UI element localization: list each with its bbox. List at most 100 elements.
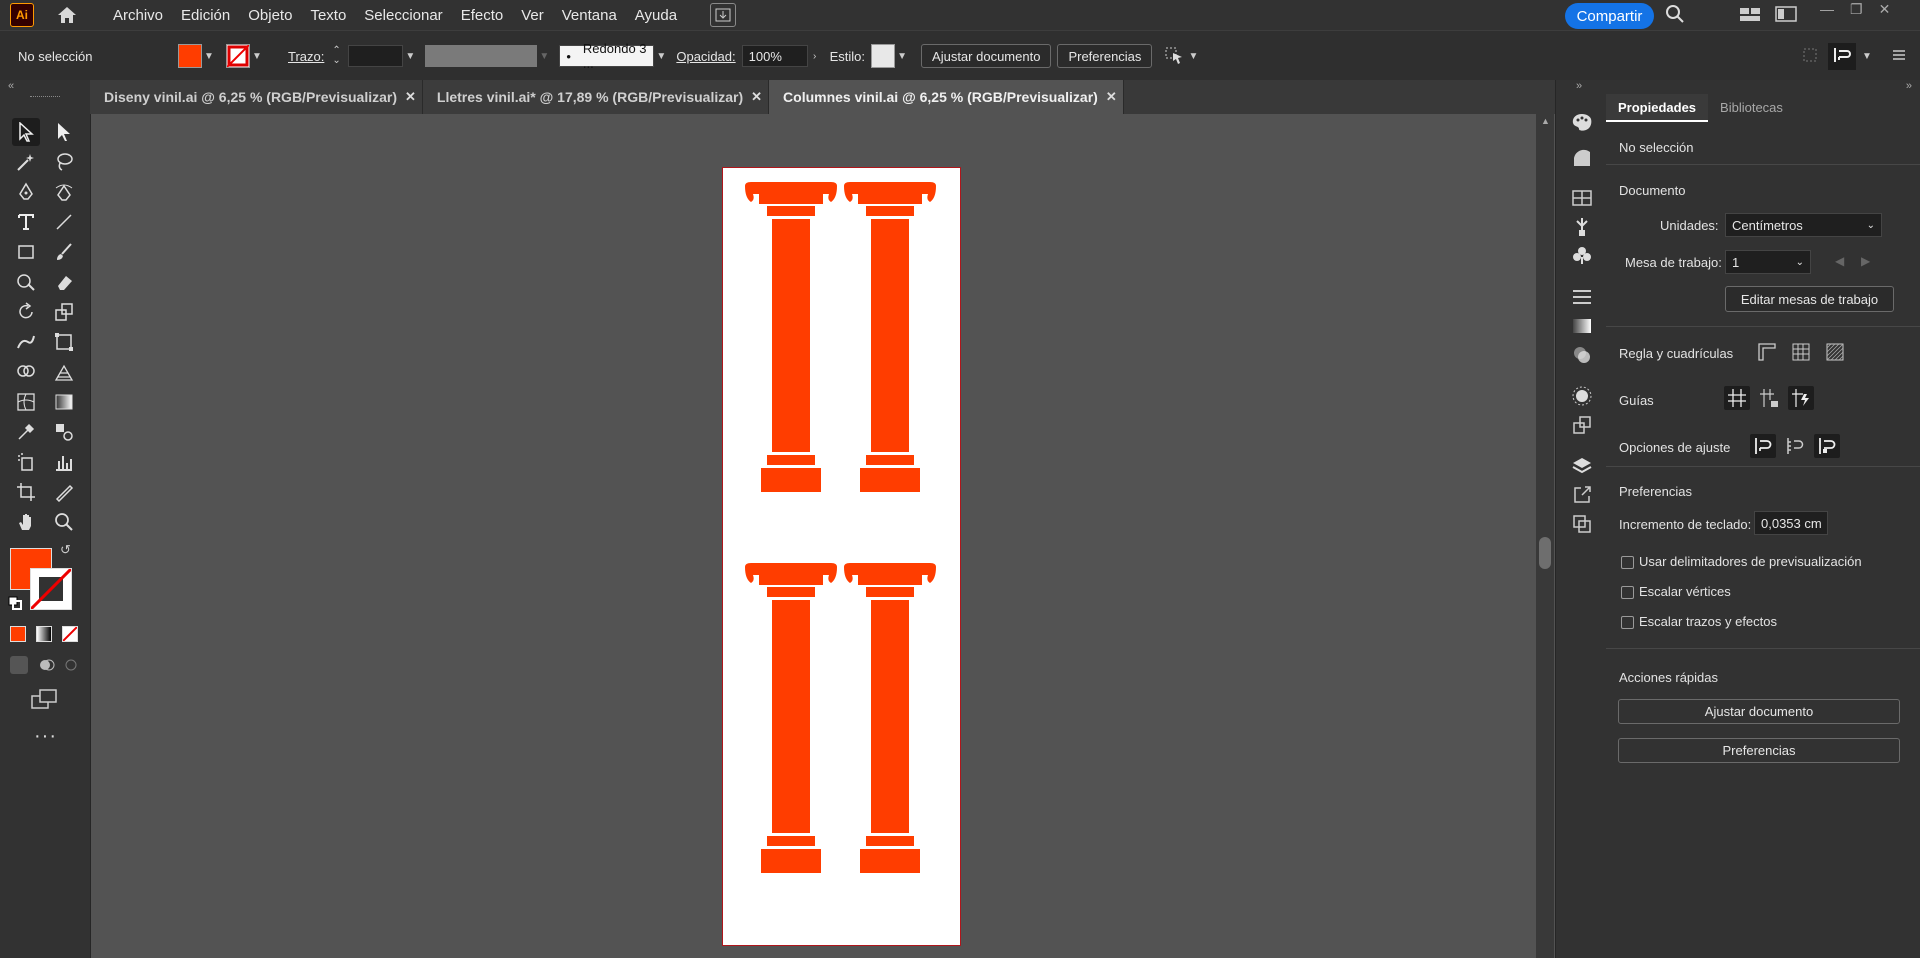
minimize-icon[interactable]: — [1820,1,1834,17]
rotate-tool-icon[interactable] [12,298,40,326]
gradient-tool-icon[interactable] [50,388,78,416]
workspace-icon[interactable] [1739,5,1761,26]
rectangle-tool-icon[interactable] [12,238,40,266]
draw-behind-icon[interactable] [38,656,56,674]
paintbrush-tool-icon[interactable] [50,238,78,266]
transform-icon[interactable] [1570,413,1594,437]
menu-objeto[interactable]: Objeto [239,7,301,24]
stroke-swatch[interactable] [226,44,250,68]
line-tool-icon[interactable] [50,208,78,236]
menu-edicion[interactable]: Edición [172,7,239,24]
smart-guides-icon[interactable] [1788,386,1814,410]
zoom-tool-icon[interactable] [50,508,78,536]
fit-document-button[interactable]: Ajustar documento [921,44,1052,68]
artboard-select[interactable]: 1 ⌄ [1725,250,1811,274]
tab-columnes-vinil[interactable]: Columnes vinil.ai @ 6,25 % (RGB/Previsua… [769,80,1124,114]
column-graph-tool-icon[interactable] [50,448,78,476]
color-mode-icon[interactable] [10,626,26,642]
gradient-mode-icon[interactable] [36,626,52,642]
vertical-scrollbar[interactable]: ▲ [1536,114,1554,958]
fill-swatch[interactable] [178,44,202,68]
arrange-documents-icon[interactable] [710,3,737,27]
panel-grip[interactable] [30,96,60,99]
collapse-panel-icon[interactable]: » [1576,80,1582,92]
search-icon[interactable] [1665,4,1685,27]
scrollbar-thumb[interactable] [1539,537,1551,569]
rulers-icon[interactable] [1754,340,1780,364]
keyboard-increment-field[interactable]: 0,0353 cm [1754,511,1828,535]
appearance-icon[interactable] [1570,384,1594,408]
lasso-tool-icon[interactable] [50,148,78,176]
stroke-panel-icon[interactable] [1570,285,1594,309]
opacity-label[interactable]: Opacidad: [676,49,735,64]
collapse-panel-icon[interactable]: « [8,80,14,92]
export-icon[interactable] [1570,483,1594,507]
grid-icon[interactable] [1788,340,1814,364]
align-icon[interactable] [1802,47,1818,66]
columns-artwork[interactable] [723,168,960,945]
scale-corners-checkbox[interactable]: Escalar vértices [1621,584,1731,600]
stroke-stepper[interactable]: ⌃ ⌄ [332,46,344,66]
column-bottom-right[interactable] [844,563,936,873]
swatches-icon[interactable] [1570,186,1594,210]
blend-tool-icon[interactable] [50,418,78,446]
stroke-label[interactable]: Trazo: [288,49,324,64]
menu-seleccionar[interactable]: Seleccionar [355,7,451,24]
transparency-grid-icon[interactable] [1822,340,1848,364]
chevron-right-icon[interactable]: › [808,45,822,67]
preferences-button[interactable]: Preferencias [1057,44,1153,68]
shape-builder-tool-icon[interactable] [12,358,40,386]
chevron-down-icon[interactable]: ▼ [654,45,668,67]
scale-strokes-checkbox[interactable]: Escalar trazos y efectos [1621,614,1777,630]
slice-tool-icon[interactable] [50,478,78,506]
eyedropper-tool-icon[interactable] [12,418,40,446]
tab-propiedades[interactable]: Propiedades [1606,94,1709,122]
home-icon[interactable] [54,2,80,28]
chevron-down-icon[interactable]: ▼ [202,45,216,67]
menu-ayuda[interactable]: Ayuda [626,7,686,24]
snap-to-grid-icon[interactable] [1782,434,1808,458]
chevron-down-icon[interactable]: ▼ [403,45,417,67]
type-tool-icon[interactable] [12,208,40,236]
column-bottom-left[interactable] [745,563,837,873]
menu-ventana[interactable]: Ventana [553,7,626,24]
quick-preferences-button[interactable]: Preferencias [1618,738,1900,763]
close-icon[interactable]: ✕ [751,89,762,105]
magic-wand-icon[interactable] [12,148,40,176]
snap-to-point-icon[interactable] [1750,434,1776,458]
chevron-down-icon[interactable]: ▼ [1860,45,1874,67]
selection-tool-icon[interactable] [12,118,40,146]
free-transform-tool-icon[interactable] [50,328,78,356]
close-icon[interactable]: ✕ [1879,1,1891,18]
transparency-icon[interactable] [1570,343,1594,367]
brushes-icon[interactable] [1570,215,1594,239]
color-panel-icon[interactable] [1570,110,1594,134]
tab-bibliotecas[interactable]: Bibliotecas [1708,94,1795,122]
column-top-right[interactable] [844,182,936,492]
quick-fit-document-button[interactable]: Ajustar documento [1618,699,1900,724]
tab-lletres-vinil[interactable]: Lletres vinil.ai* @ 17,89 % (RGB/Previsu… [422,80,770,114]
shaper-tool-icon[interactable] [12,268,40,296]
snap-to-pixel-icon[interactable] [1814,434,1840,458]
curvature-tool-icon[interactable] [50,178,78,206]
artboards-icon[interactable] [1570,512,1594,536]
scale-tool-icon[interactable] [50,298,78,326]
chevron-down-icon[interactable]: ▼ [895,45,909,67]
select-similar-icon[interactable] [1164,45,1186,68]
mesh-tool-icon[interactable] [12,388,40,416]
close-icon[interactable]: ✕ [1106,89,1117,105]
layers-icon[interactable] [1570,454,1594,478]
artboard-tool-icon[interactable] [12,478,40,506]
screen-mode-icon[interactable] [30,688,58,713]
restore-icon[interactable]: ❐ [1850,1,1863,18]
chevron-down-icon[interactable]: ▼ [250,45,264,67]
pen-tool-icon[interactable] [12,178,40,206]
collapse-panel-icon[interactable]: » [1906,80,1912,92]
scroll-up-icon[interactable]: ▲ [1541,116,1550,126]
canvas-area[interactable] [91,114,1536,958]
panel-menu-icon[interactable] [1892,48,1906,65]
default-colors-icon[interactable] [8,596,22,613]
brush-field[interactable]: • Redondo 3 ... [559,41,655,71]
hand-tool-icon[interactable] [12,508,40,536]
column-top-left[interactable] [745,182,837,492]
